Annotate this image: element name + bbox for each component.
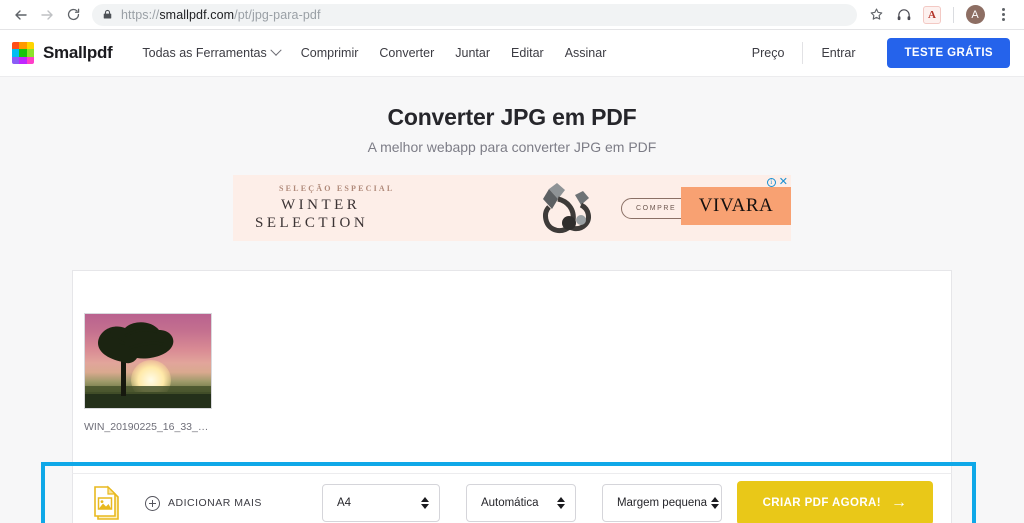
address-bar[interactable]: https://smallpdf.com/pt/jpg-para-pdf [92, 3, 857, 26]
ad-cta-label: COMPRE [636, 204, 677, 212]
page-body: Smallpdf Todas as Ferramentas Comprimir … [0, 30, 1024, 523]
create-pdf-button[interactable]: CRIAR PDF AGORA! → [737, 481, 933, 523]
nav-item-converter[interactable]: Converter [379, 46, 434, 60]
stepper-arrows-icon [420, 497, 429, 509]
logo-cell [12, 49, 20, 57]
three-dot-menu-icon[interactable] [990, 2, 1016, 28]
conversion-toolbar: ADICIONAR MAIS A4 Automática Margem pequ… [72, 473, 952, 523]
arrow-right-icon: → [891, 494, 908, 511]
smallpdf-logo-icon [12, 42, 34, 64]
logo-cell [19, 42, 27, 50]
logo-cell [19, 49, 27, 57]
plus-circle-icon [145, 495, 160, 511]
image-file-icon [93, 483, 127, 523]
adchoices-info-icon[interactable]: i [766, 178, 776, 187]
browser-toolbar: https://smallpdf.com/pt/jpg-para-pdf A A [0, 0, 1024, 30]
toolbar-divider [953, 6, 954, 23]
nav-label: Todas as Ferramentas [142, 46, 267, 60]
nav-item-editar[interactable]: Editar [511, 46, 544, 60]
logo-cell [12, 56, 20, 64]
acrobat-glyph: A [923, 5, 941, 24]
ad-brand-logo: VIVARA [681, 187, 791, 225]
file-list: WIN_20190225_16_33_… [73, 271, 951, 433]
site-header: Smallpdf Todas as Ferramentas Comprimir … [0, 30, 1024, 77]
star-icon[interactable] [863, 2, 889, 28]
logo-cell [26, 56, 34, 64]
main-navigation: Todas as Ferramentas Comprimir Converter… [142, 44, 607, 60]
logo-cell [26, 49, 34, 57]
brand-logo[interactable]: Smallpdf [12, 42, 113, 64]
adobe-acrobat-extension-icon[interactable]: A [919, 2, 945, 28]
page-title: Converter JPG em PDF [387, 104, 637, 130]
orientation-value: Automática [480, 497, 539, 509]
ad-product-image [519, 175, 611, 241]
ad-kicker: SELEÇÃO ESPECIAL [279, 184, 395, 194]
nav-item-juntar[interactable]: Juntar [455, 46, 490, 60]
file-name: WIN_20190225_16_33_… [84, 421, 209, 433]
orientation-select[interactable]: Automática [465, 484, 576, 522]
ad-headline-line1: WINTER [281, 197, 361, 214]
chevron-down-icon [270, 44, 282, 56]
reload-icon[interactable] [60, 2, 86, 28]
ad-headline-line2: SELECTION [255, 214, 369, 231]
page-subtitle: A melhor webapp para converter JPG em PD… [367, 139, 657, 155]
hero-section: Converter JPG em PDF A melhor webapp par… [0, 77, 1024, 155]
stepper-arrows-icon [711, 497, 720, 509]
lock-icon [102, 9, 113, 20]
pricing-link[interactable]: Preço [734, 46, 803, 60]
nav-item-comprimir[interactable]: Comprimir [301, 46, 359, 60]
nav-item-assinar[interactable]: Assinar [565, 46, 607, 60]
ad-choices: i ✕ [766, 177, 788, 188]
add-more-button[interactable]: ADICIONAR MAIS [145, 495, 262, 511]
forward-arrow-icon[interactable] [34, 2, 60, 28]
avatar[interactable]: A [962, 2, 988, 28]
headphones-extension-icon[interactable] [891, 2, 917, 28]
stepper-arrows-icon [556, 497, 565, 509]
signin-link[interactable]: Entrar [803, 46, 873, 60]
file-thumbnail [84, 313, 212, 409]
logo-cell [26, 42, 34, 50]
url-text: https://smallpdf.com/pt/jpg-para-pdf [121, 7, 321, 22]
file-item[interactable]: WIN_20190225_16_33_… [84, 313, 212, 433]
conversion-options: A4 Automática Margem pequena [321, 484, 722, 522]
free-trial-button[interactable]: TESTE GRÁTIS [887, 38, 1010, 68]
back-arrow-icon[interactable] [8, 2, 34, 28]
logo-cell [12, 42, 20, 50]
ad-text-block: SELEÇÃO ESPECIAL WINTER SELECTION [233, 184, 519, 232]
header-actions: Preço Entrar TESTE GRÁTIS [734, 38, 1010, 68]
add-more-label: ADICIONAR MAIS [168, 497, 262, 509]
margin-select[interactable]: Margem pequena [601, 484, 722, 522]
margin-value: Margem pequena [616, 497, 708, 509]
brand-name: Smallpdf [43, 43, 113, 62]
create-pdf-label: CRIAR PDF AGORA! [762, 497, 881, 509]
browser-toolbar-right: A A [863, 2, 1016, 28]
page-size-select[interactable]: A4 [321, 484, 440, 522]
page-size-value: A4 [336, 497, 352, 509]
avatar-initial: A [965, 5, 985, 24]
logo-cell [19, 56, 27, 64]
advertisement-banner[interactable]: SELEÇÃO ESPECIAL WINTER SELECTION COMPRE… [233, 175, 791, 241]
nav-item-todas-as-ferramentas[interactable]: Todas as Ferramentas [142, 44, 282, 60]
close-icon[interactable]: ✕ [779, 177, 788, 188]
